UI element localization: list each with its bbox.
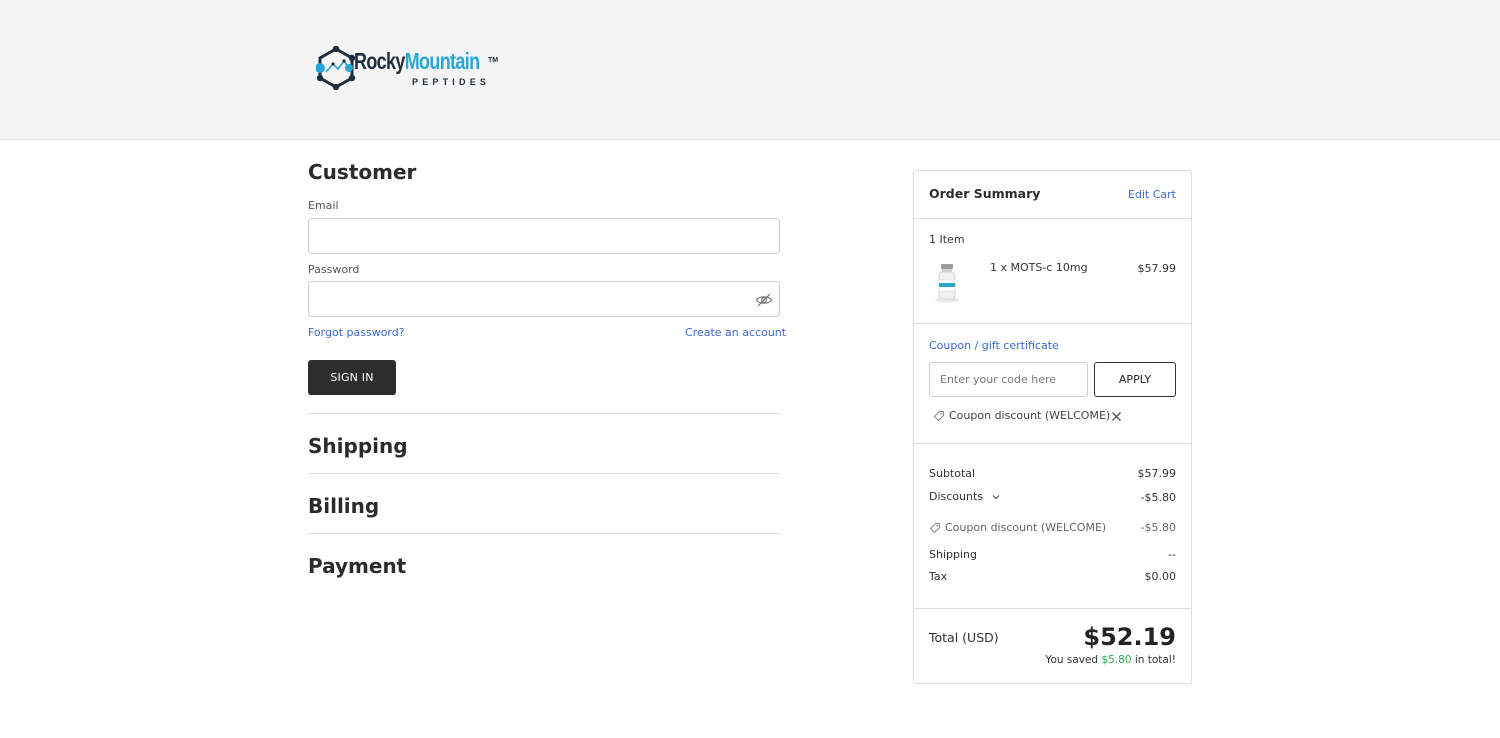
product-image [930,262,964,304]
tag-icon [929,523,940,534]
email-label: Email [308,199,339,212]
line-item-price: $57.99 [1137,262,1177,275]
section-divider [308,413,780,414]
tag-icon [933,411,944,422]
tax-label: Tax [929,570,948,583]
total-value: $52.19 [1083,623,1176,651]
forgot-password-link[interactable]: Forgot password? [308,326,405,340]
savings-message: You saved $5.80 in total! [1014,653,1176,667]
create-account-link[interactable]: Create an account [685,326,786,340]
remove-coupon-icon[interactable] [1111,411,1122,422]
store-logo[interactable]: RockyMountain TM PEPTIDES [316,46,506,92]
shipping-label: Shipping [929,548,977,561]
savings-suffix: in total! [1134,654,1176,666]
summary-divider [914,443,1191,444]
savings-prefix: You saved [1045,654,1099,666]
summary-divider [914,608,1191,609]
discounts-value: -$5.80 [1140,491,1176,504]
discounts-label[interactable]: Discounts [929,490,983,504]
payment-heading[interactable]: Payment [308,554,406,578]
logo-trademark: TM [488,57,499,64]
sign-in-button[interactable]: SIGN IN [308,360,396,395]
coupon-code-input[interactable]: Enter your code here [929,362,1088,397]
line-item-name: 1 x MOTS-c 10mg [990,261,1088,274]
site-header: RockyMountain TM PEPTIDES [0,0,1500,140]
coupon-toggle-link[interactable]: Coupon / gift certificate [929,339,1059,353]
password-field[interactable] [308,281,780,317]
tax-value: $0.00 [1144,570,1177,583]
summary-divider [914,218,1191,219]
customer-heading: Customer [308,160,417,184]
logo-word-1: Rocky [354,48,405,74]
section-divider [308,533,780,534]
logo-subtitle: PEPTIDES [412,77,491,87]
password-label: Password [308,263,360,276]
section-divider [308,473,780,474]
order-summary-panel: Order Summary Edit Cart 1 Item 1 x MOTS-… [913,170,1192,684]
email-field[interactable] [308,218,780,254]
discount-line-value: -$5.80 [1140,521,1176,534]
summary-divider [914,323,1191,324]
hexagon-molecule-icon [316,46,356,90]
billing-heading[interactable]: Billing [308,494,379,518]
subtotal-label: Subtotal [929,467,976,480]
shipping-heading[interactable]: Shipping [308,434,408,458]
total-label: Total (USD) [929,630,999,645]
logo-word-2: Mountain [404,48,480,74]
product-vial-icon [935,264,959,303]
item-count: 1 Item [929,233,965,246]
logo-wordmark: RockyMountain [354,48,480,74]
edit-cart-link[interactable]: Edit Cart [1114,188,1176,202]
order-summary-title: Order Summary [929,186,1041,201]
subtotal-value: $57.99 [1137,467,1177,480]
discount-line-label: Coupon discount (WELCOME) [945,521,1107,534]
chevron-down-icon[interactable] [991,492,1001,502]
apply-coupon-button[interactable]: APPLY [1094,362,1176,397]
eye-off-icon[interactable] [755,292,773,308]
applied-coupon-label: Coupon discount (WELCOME) [949,409,1111,422]
shipping-value: -- [1168,548,1176,561]
savings-amount: $5.80 [1101,654,1132,666]
